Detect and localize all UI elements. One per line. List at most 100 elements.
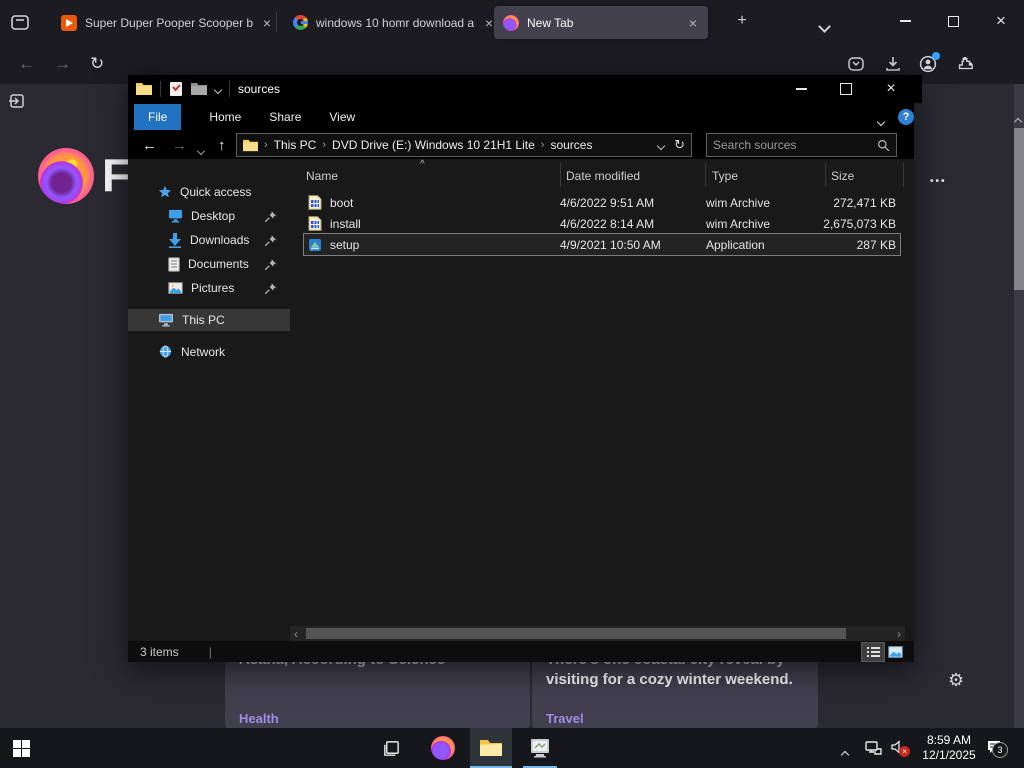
explorer-sidebar: Quick access Desktop Downloads Documents… xyxy=(128,159,290,626)
sidebar-item-this-pc[interactable]: This PC xyxy=(128,309,290,331)
details-view-button[interactable] xyxy=(861,641,885,662)
column-header-name[interactable]: Name xyxy=(306,169,338,183)
file-type: wim Archive xyxy=(706,216,771,231)
explorer-close-button[interactable]: × xyxy=(876,76,906,102)
breadcrumb-this-pc[interactable]: This PC xyxy=(274,138,317,152)
properties-icon[interactable] xyxy=(169,81,183,97)
breadcrumb[interactable]: › This PC › DVD Drive (E:) Windows 10 21… xyxy=(236,133,692,157)
pin-icon xyxy=(265,282,276,294)
scroll-right-icon[interactable]: › xyxy=(897,627,901,641)
search-input[interactable] xyxy=(707,138,877,152)
desktop: Super Duper Pooper Scooper b × windows 1… xyxy=(0,0,1024,768)
column-header-size[interactable]: Size xyxy=(831,169,854,183)
tab-windows-download[interactable]: windows 10 homr download ar × xyxy=(284,6,504,39)
sort-ascending-icon[interactable]: ^ xyxy=(420,159,425,170)
folder-icon xyxy=(136,82,152,96)
tray-volume-muted-icon[interactable]: × xyxy=(890,739,910,757)
taskbar-setup-app-button[interactable] xyxy=(519,728,561,768)
browser-back-icon[interactable]: ← xyxy=(18,54,35,74)
horizontal-scrollbar-thumb[interactable] xyxy=(306,628,846,639)
sidebar-item-desktop[interactable]: Desktop xyxy=(128,205,290,227)
tab-new-tab[interactable]: New Tab × xyxy=(494,6,708,39)
explorer-minimize-button[interactable] xyxy=(786,76,816,102)
card-topic[interactable]: Travel xyxy=(546,711,584,726)
file-date: 4/6/2022 8:14 AM xyxy=(560,216,655,231)
ribbon-expand-icon[interactable] xyxy=(876,114,886,128)
nav-back-icon[interactable]: ← xyxy=(142,137,157,154)
sidebar-item-quick-access[interactable]: Quick access xyxy=(128,181,290,203)
taskbar-clock[interactable]: 8:59 AM 12/1/2025 xyxy=(914,733,984,763)
address-dropdown-icon[interactable] xyxy=(656,138,666,152)
file-row-boot[interactable]: boot 4/6/2022 9:51 AM wim Archive 272,47… xyxy=(304,192,900,213)
page-scrollbar-thumb[interactable] xyxy=(1014,128,1024,290)
browser-reload-icon[interactable]: ↻ xyxy=(90,54,104,74)
recent-locations-icon[interactable] xyxy=(196,143,206,157)
column-divider[interactable] xyxy=(560,163,561,187)
menu-file[interactable]: File xyxy=(134,104,182,130)
file-row-setup[interactable]: setup 4/9/2021 10:50 AM Application 287 … xyxy=(303,233,901,256)
large-icons-view-button[interactable] xyxy=(884,643,906,661)
notification-center-icon[interactable]: 3 xyxy=(985,738,1008,758)
customize-toolbar-icon[interactable] xyxy=(213,82,223,96)
taskbar-firefox-button[interactable] xyxy=(422,728,464,768)
tab-close-icon[interactable]: × xyxy=(687,15,699,31)
pin-icon xyxy=(265,210,276,222)
explorer-address-bar: ← → ↑ › This PC › DVD Drive (E:) Windows… xyxy=(128,131,914,159)
column-divider[interactable] xyxy=(705,163,706,187)
personalize-gear-icon[interactable]: ⚙ xyxy=(948,670,964,691)
browser-minimize-button[interactable] xyxy=(890,8,920,34)
browser-restore-button[interactable] xyxy=(938,8,968,34)
scroll-left-icon[interactable]: ‹ xyxy=(294,627,298,641)
pocket-icon[interactable] xyxy=(847,55,865,73)
explorer-maximize-button[interactable] xyxy=(831,76,861,102)
column-divider[interactable] xyxy=(825,163,826,187)
firefox-view-icon[interactable] xyxy=(10,12,30,32)
help-icon[interactable]: ? xyxy=(898,109,914,125)
desktop-icon xyxy=(168,209,183,223)
taskbar: × 8:59 AM 12/1/2025 3 xyxy=(0,728,1024,768)
tab-close-icon[interactable]: × xyxy=(261,15,273,31)
task-view-button[interactable] xyxy=(370,728,412,768)
sidebar-item-downloads[interactable]: Downloads xyxy=(128,229,290,251)
new-tab-button[interactable]: + xyxy=(732,12,752,30)
column-divider[interactable] xyxy=(903,163,904,187)
browser-forward-icon[interactable]: → xyxy=(54,54,71,74)
extensions-icon[interactable] xyxy=(956,55,974,73)
firefox-icon xyxy=(431,736,455,760)
sidebar-item-documents[interactable]: Documents xyxy=(128,253,290,275)
downloads-icon[interactable] xyxy=(884,55,902,73)
refresh-icon[interactable]: ↻ xyxy=(674,137,685,153)
start-button[interactable] xyxy=(0,728,42,768)
explorer-status-bar: 3 items | xyxy=(128,641,914,662)
card-menu-icon[interactable]: ••• xyxy=(930,176,947,187)
tab-super-duper[interactable]: Super Duper Pooper Scooper b × xyxy=(52,6,282,39)
menu-view[interactable]: View xyxy=(315,104,369,130)
explorer-title-bar[interactable]: sources × xyxy=(128,75,922,103)
item-count: 3 items xyxy=(140,644,179,659)
clock-date: 12/1/2025 xyxy=(922,748,976,762)
sidebar-item-network[interactable]: Network xyxy=(128,341,290,363)
network-icon xyxy=(158,345,173,359)
search-box[interactable] xyxy=(706,133,897,157)
tray-expand-icon[interactable] xyxy=(840,745,850,763)
horizontal-scrollbar[interactable]: ‹ › xyxy=(290,626,905,641)
file-row-install[interactable]: install 4/6/2022 8:14 AM wim Archive 2,6… xyxy=(304,213,900,234)
sidebar-item-pictures[interactable]: Pictures xyxy=(128,277,290,299)
menu-share[interactable]: Share xyxy=(255,104,315,130)
breadcrumb-folder[interactable]: sources xyxy=(550,138,592,152)
tray-network-icon[interactable] xyxy=(864,739,882,757)
taskbar-explorer-button[interactable] xyxy=(470,728,512,768)
new-folder-icon[interactable] xyxy=(191,82,207,96)
account-icon[interactable] xyxy=(919,52,940,73)
column-header-date[interactable]: Date modified xyxy=(566,169,640,183)
list-all-tabs-icon[interactable] xyxy=(818,18,831,36)
sidebar-toggle-icon[interactable] xyxy=(8,92,26,110)
nav-forward-icon[interactable]: → xyxy=(172,137,187,154)
clock-time: 8:59 AM xyxy=(926,733,972,747)
nav-up-icon[interactable]: ↑ xyxy=(218,137,226,154)
browser-close-button[interactable]: × xyxy=(986,8,1016,34)
column-header-type[interactable]: Type xyxy=(712,169,738,183)
breadcrumb-drive[interactable]: DVD Drive (E:) Windows 10 21H1 Lite xyxy=(332,138,535,152)
card-topic[interactable]: Health xyxy=(239,711,279,726)
menu-home[interactable]: Home xyxy=(195,104,255,130)
